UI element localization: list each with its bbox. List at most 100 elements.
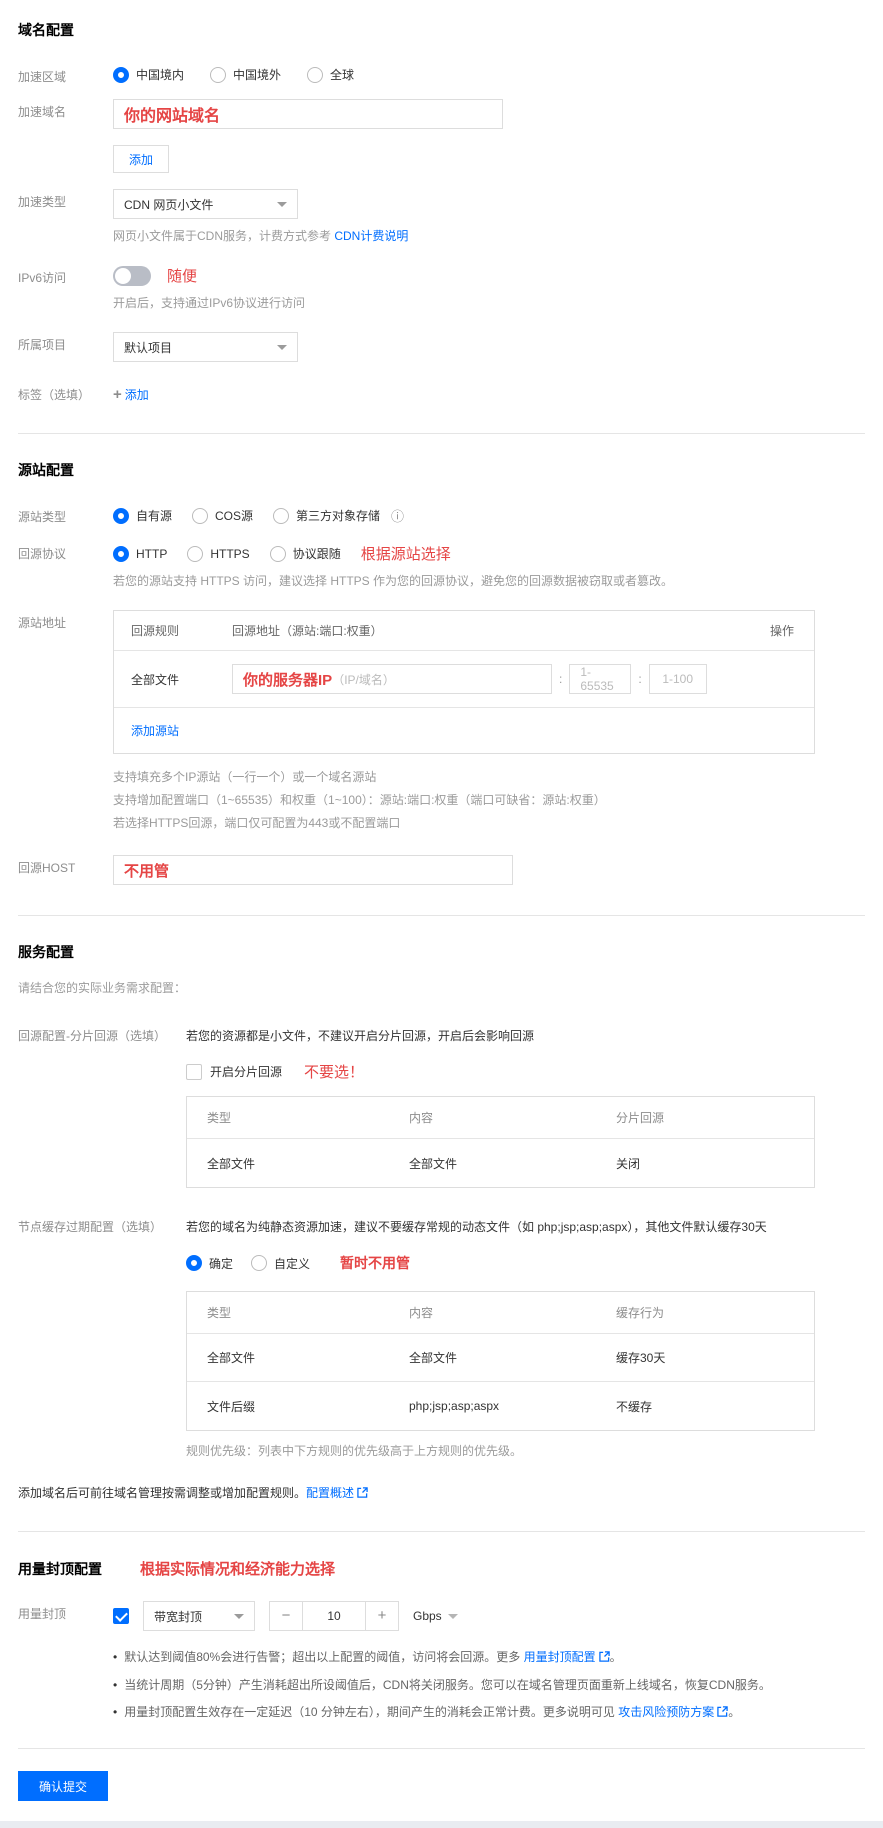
- protocol-row: 回源协议 HTTP HTTPS 协议跟随 根据源站选择 若您的源站支持 HTTP…: [18, 541, 865, 590]
- region-row: 加速区域 中国境内 中国境外 全球: [18, 64, 865, 85]
- radio-https[interactable]: HTTPS: [187, 545, 250, 562]
- host-label: 回源HOST: [18, 861, 76, 875]
- cap-row: 用量封顶 带宽封顶 − 10 + Gbps: [18, 1601, 865, 1631]
- service-footer-text: 添加域名后可前往域名管理按需调整或增加配置规则。: [18, 1486, 307, 1500]
- note-text: 。: [728, 1705, 741, 1719]
- cdn-billing-link[interactable]: CDN计费说明: [334, 229, 408, 243]
- radio-own-origin[interactable]: 自有源: [113, 507, 172, 524]
- radio-label: 确定: [209, 1256, 234, 1271]
- external-link-icon[interactable]: [717, 1705, 728, 1722]
- radio-protocol-follow[interactable]: 协议跟随: [269, 545, 341, 562]
- ipv6-toggle[interactable]: [113, 265, 151, 286]
- cap-annotation: 根据实际情况和经济能力选择: [140, 1561, 336, 1578]
- radio-icon: [210, 66, 227, 83]
- type-help: 网页小文件属于CDN服务，计费方式参考 CDN计费说明: [113, 228, 865, 245]
- info-icon[interactable]: ⓘ: [391, 506, 404, 525]
- radio-cache-custom[interactable]: 自定义: [251, 1255, 310, 1272]
- col-range-origin: 分片回源: [616, 1111, 665, 1125]
- page-bottom-bar: [0, 1821, 883, 1828]
- cap-type-select[interactable]: 带宽封顶: [143, 1601, 255, 1631]
- range-origin-checkbox[interactable]: [186, 1063, 202, 1080]
- add-button[interactable]: 添加: [113, 145, 170, 173]
- external-link-icon[interactable]: [357, 1487, 368, 1501]
- attack-prevention-link[interactable]: 攻击风险预防方案: [618, 1705, 714, 1719]
- cap-amount-value[interactable]: 10: [302, 1602, 366, 1630]
- plus-icon: +: [113, 386, 122, 403]
- radio-third-party-origin[interactable]: 第三方对象存储 ⓘ: [273, 506, 404, 525]
- cell-status: 关闭: [616, 1156, 641, 1171]
- project-value: 默认项目: [124, 340, 173, 355]
- domain-input[interactable]: 你的网站域名: [113, 99, 503, 129]
- config-overview-link[interactable]: 配置概述: [306, 1486, 354, 1500]
- col-address: 回源地址（源站:端口:权重）: [232, 624, 383, 638]
- ipv6-label: IPv6访问: [18, 271, 67, 285]
- note-text: 用量封顶配置生效存在一定延迟（10 分钟左右），期间产生的消耗会正常计费。更多说…: [124, 1705, 619, 1719]
- toggle-knob: [115, 267, 131, 284]
- cap-unit-value: Gbps: [413, 1609, 442, 1623]
- radio-cos-origin[interactable]: COS源: [192, 507, 253, 524]
- table-row: 全部文件 全部文件 关闭: [187, 1139, 814, 1187]
- origin-help-line: 支持增加配置端口（1~65535）和权重（1~100）：源站:端口:权重（端口可…: [113, 793, 606, 807]
- port-input[interactable]: 1-65535: [569, 664, 632, 694]
- region-label: 加速区域: [18, 70, 67, 84]
- cache-help: 若您的域名为纯静态资源加速，建议不要缓存常规的动态文件（如 php;jsp;as…: [186, 1220, 767, 1234]
- add-tag-link[interactable]: + 添加: [113, 386, 149, 403]
- radio-cache-default[interactable]: 确定: [186, 1255, 233, 1272]
- host-input[interactable]: 不用管: [113, 855, 513, 885]
- origin-address-help: 支持填充多个IP源站（一行一个）或一个域名源站 支持增加配置端口（1~65535…: [113, 766, 865, 835]
- radio-region-overseas[interactable]: 中国境外: [210, 66, 281, 83]
- cap-note-item: • 默认达到阈值80%会进行告警；超出以上配置的阈值，访问将会回源。更多 用量封…: [113, 1649, 865, 1667]
- radio-icon: [113, 507, 129, 524]
- cell-content: php;jsp;asp;aspx: [409, 1399, 500, 1413]
- service-intro: 请结合您的实际业务需求配置：: [18, 981, 187, 995]
- origin-ip-input[interactable]: 你的服务器IP （IP/域名）: [232, 664, 552, 694]
- protocol-help: 若您的源站支持 HTTPS 访问，建议选择 HTTPS 作为您的回源协议，避免您…: [113, 574, 674, 588]
- radio-region-global[interactable]: 全球: [307, 66, 354, 83]
- radio-label: HTTPS: [210, 546, 250, 561]
- origin-help-line: 支持填充多个IP源站（一行一个）或一个域名源站: [113, 770, 377, 784]
- cap-notes: • 默认达到阈值80%会进行告警；超出以上配置的阈值，访问将会回源。更多 用量封…: [113, 1649, 865, 1722]
- domain-row: 加速域名 你的网站域名: [18, 99, 865, 129]
- radio-label: 中国境外: [233, 68, 282, 82]
- tag-row: 标签（选填） + 添加: [18, 382, 865, 403]
- minus-button[interactable]: −: [270, 1602, 302, 1630]
- chevron-down-icon: [277, 201, 287, 207]
- host-input-value: 不用管: [124, 862, 170, 880]
- origin-type-radio-group: 自有源 COS源 第三方对象存储 ⓘ: [113, 504, 865, 525]
- external-link-icon[interactable]: [598, 1650, 610, 1667]
- project-label: 所属项目: [18, 338, 67, 352]
- host-row: 回源HOST 不用管: [18, 855, 865, 885]
- chevron-down-icon: [277, 344, 287, 350]
- cache-table: 类型 内容 缓存行为 全部文件 全部文件 缓存30天 文件后缀 php;jsp;…: [186, 1291, 815, 1431]
- weight-input[interactable]: 1-100: [648, 664, 707, 694]
- table-row: 全部文件 全部文件 缓存30天: [187, 1334, 814, 1382]
- confirm-submit-button[interactable]: 确认提交: [18, 1771, 108, 1801]
- range-origin-label: 回源配置-分片回源（选填）: [18, 1029, 166, 1043]
- table-header: 类型 内容 缓存行为: [187, 1292, 814, 1334]
- col-content: 内容: [409, 1306, 434, 1320]
- radio-http[interactable]: HTTP: [113, 545, 167, 562]
- origin-table-row: 全部文件 你的服务器IP （IP/域名） : 1-65535 : 1-100: [114, 651, 814, 708]
- project-select[interactable]: 默认项目: [113, 332, 298, 362]
- cache-annotation: 暂时不用管: [340, 1255, 411, 1271]
- cap-label: 用量封顶: [18, 1607, 67, 1621]
- cap-config-link[interactable]: 用量封顶配置: [524, 1650, 596, 1664]
- cap-checkbox[interactable]: [113, 1608, 129, 1624]
- type-help-text: 网页小文件属于CDN服务，计费方式参考: [113, 229, 335, 243]
- range-origin-help: 若您的资源都是小文件，不建议开启分片回源，开启后会影响回源: [186, 1029, 535, 1043]
- note-text: 默认达到阈值80%会进行告警；超出以上配置的阈值，访问将会回源。更多: [124, 1650, 524, 1664]
- range-origin-checkbox-row: 开启分片回源 不要选！: [186, 1061, 865, 1082]
- acceleration-type-select[interactable]: CDN 网页小文件: [113, 189, 298, 219]
- cap-config-title: 用量封顶配置: [18, 1561, 102, 1577]
- origin-address-table: 回源规则 回源地址（源站:端口:权重） 操作 全部文件 你的服务器IP （IP/域…: [113, 610, 815, 754]
- cache-config-label: 节点缓存过期配置（选填）: [18, 1220, 163, 1234]
- table-row: 文件后缀 php;jsp;asp;aspx 不缓存: [187, 1382, 814, 1430]
- add-origin-link[interactable]: 添加源站: [131, 724, 179, 738]
- port-placeholder: 1-65535: [580, 665, 614, 693]
- col-rule: 回源规则: [131, 624, 180, 638]
- cap-unit-select[interactable]: Gbps: [413, 1609, 458, 1623]
- protocol-annotation: 根据源站选择: [360, 546, 451, 563]
- radio-region-mainland[interactable]: 中国境内: [113, 66, 184, 83]
- origin-table-header: 回源规则 回源地址（源站:端口:权重） 操作: [114, 611, 814, 651]
- plus-button[interactable]: +: [366, 1602, 398, 1630]
